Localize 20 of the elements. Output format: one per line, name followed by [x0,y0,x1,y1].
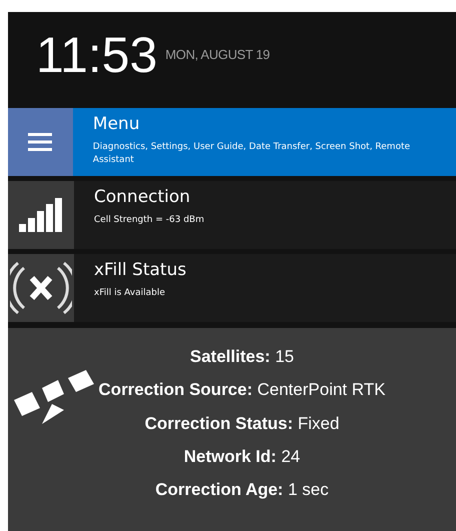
menu-icon [28,132,52,152]
item-title: Connection [94,187,192,208]
clock-date: MON, AUGUST 19 [165,46,270,64]
notification-item[interactable]: Connection Cell Strength = -63 dBm [8,181,456,249]
item-title: Menu [92,114,141,136]
status-line: Satellites: 15 [190,346,294,368]
item-subtitle: xFill is Available [94,287,166,300]
status-line: Network Id: 24 [184,446,300,467]
item-subtitle: Cell Strength = -63 dBm [94,214,204,227]
status-line: Correction Source: CenterPoint RTK [98,379,386,400]
status-line: Correction Age: 1 sec [155,479,329,500]
notification-item[interactable]: Menu Diagnostics, Settings, User Guide, Date Transfer, Screen Shot, Remote Assistant [8,108,456,176]
broadcast-x-icon [10,260,72,316]
item-subtitle: Diagnostics, Settings, User Guide, Date Transfer, Screen Shot, Remote Assistant [92,141,412,166]
clock-time: 11:53 [36,30,158,80]
item-title: xFill Status [94,260,186,282]
signal-bars-icon [19,198,63,232]
status-line: Correction Status: Fixed [144,412,340,434]
satellite-icon [12,370,96,426]
notification-item[interactable]: xFill Status xFill is Available [8,254,456,322]
